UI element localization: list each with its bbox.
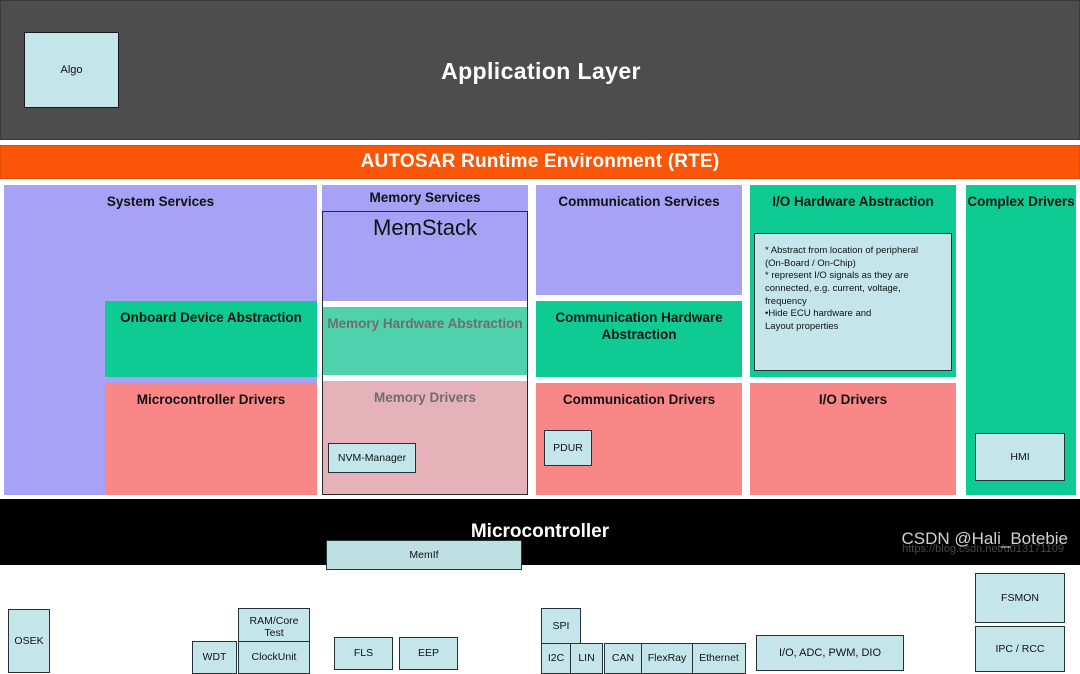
microcontroller-drivers-panel[interactable]: Microcontroller Drivers <box>105 383 317 495</box>
algo-box[interactable]: Algo <box>24 32 119 108</box>
io-drivers-title: I/O Drivers <box>818 392 888 407</box>
memory-services-header[interactable]: Memory Services <box>322 185 528 213</box>
chip-hmi[interactable]: HMI <box>975 433 1065 481</box>
chip-io-adc-pwm-dio[interactable]: I/O, ADC, PWM, DIO <box>756 635 904 671</box>
communication-hardware-abstraction-panel[interactable]: Communication Hardware Abstraction <box>536 301 742 377</box>
chip-nvm-manager[interactable]: NVM-Manager <box>328 443 416 473</box>
io-note-line: Layout properties <box>765 320 839 332</box>
chip-lin[interactable]: LIN <box>570 643 603 674</box>
io-note-line: •Hide ECU hardware and <box>765 308 872 320</box>
chip-ipc-rcc[interactable]: IPC / RCC <box>975 626 1065 672</box>
basic-software-grid: System Services Onboard Device Abstracti… <box>0 185 1080 674</box>
io-note-line: frequency <box>765 295 807 307</box>
chip-memif[interactable]: MemIf <box>326 540 522 570</box>
communication-drivers-title: Communication Drivers <box>562 392 716 407</box>
io-note-line: connected, e.g. current, voltage, <box>765 282 901 294</box>
communication-hardware-abstraction-title: Communication Hardware Abstraction <box>555 310 723 342</box>
microcontroller-drivers-title: Microcontroller Drivers <box>136 392 286 407</box>
memstack-label: MemStack <box>373 215 477 240</box>
onboard-device-abstraction-title: Onboard Device Abstraction <box>120 310 302 325</box>
io-hardware-abstraction-title: I/O Hardware Abstraction <box>772 194 934 209</box>
io-hardware-abstraction-notes: * Abstract from location of peripheral (… <box>754 233 952 371</box>
application-layer-panel: Application Layer <box>0 0 1080 140</box>
chip-flexray[interactable]: FlexRay <box>641 643 693 674</box>
chip-clockunit[interactable]: ClockUnit <box>238 641 310 674</box>
chip-fsmon[interactable]: FSMON <box>975 573 1065 623</box>
chip-pdur[interactable]: PDUR <box>544 430 592 466</box>
chip-ethernet[interactable]: Ethernet <box>692 643 746 674</box>
io-note-line: * Abstract from location of peripheral <box>765 245 919 256</box>
io-note-line: * represent I/O signals as they are <box>765 270 909 282</box>
chip-spi[interactable]: SPI <box>541 608 581 645</box>
io-drivers-panel[interactable]: I/O Drivers <box>750 383 956 495</box>
chip-fls[interactable]: FLS <box>334 637 393 670</box>
watermark-text: CSDN @Hali_Botebie <box>901 529 1068 548</box>
system-services-title: System Services <box>106 194 215 209</box>
chip-osek[interactable]: OSEK <box>8 609 50 673</box>
communication-services-panel[interactable]: Communication Services <box>536 185 742 295</box>
chip-eep[interactable]: EEP <box>399 637 458 670</box>
complex-drivers-title: Complex Drivers <box>967 194 1075 209</box>
chip-can[interactable]: CAN <box>604 643 642 674</box>
memory-services-title: Memory Services <box>369 190 481 205</box>
application-layer-title: Application Layer <box>441 57 641 84</box>
chip-i2c[interactable]: I2C <box>541 643 571 674</box>
io-note-line: (On-Board / On-Chip) <box>765 257 856 269</box>
rte-bar: AUTOSAR Runtime Environment (RTE) <box>0 145 1080 179</box>
communication-services-title: Communication Services <box>558 194 720 209</box>
onboard-device-abstraction-panel[interactable]: Onboard Device Abstraction <box>105 301 317 377</box>
chip-wdt[interactable]: WDT <box>192 641 237 674</box>
